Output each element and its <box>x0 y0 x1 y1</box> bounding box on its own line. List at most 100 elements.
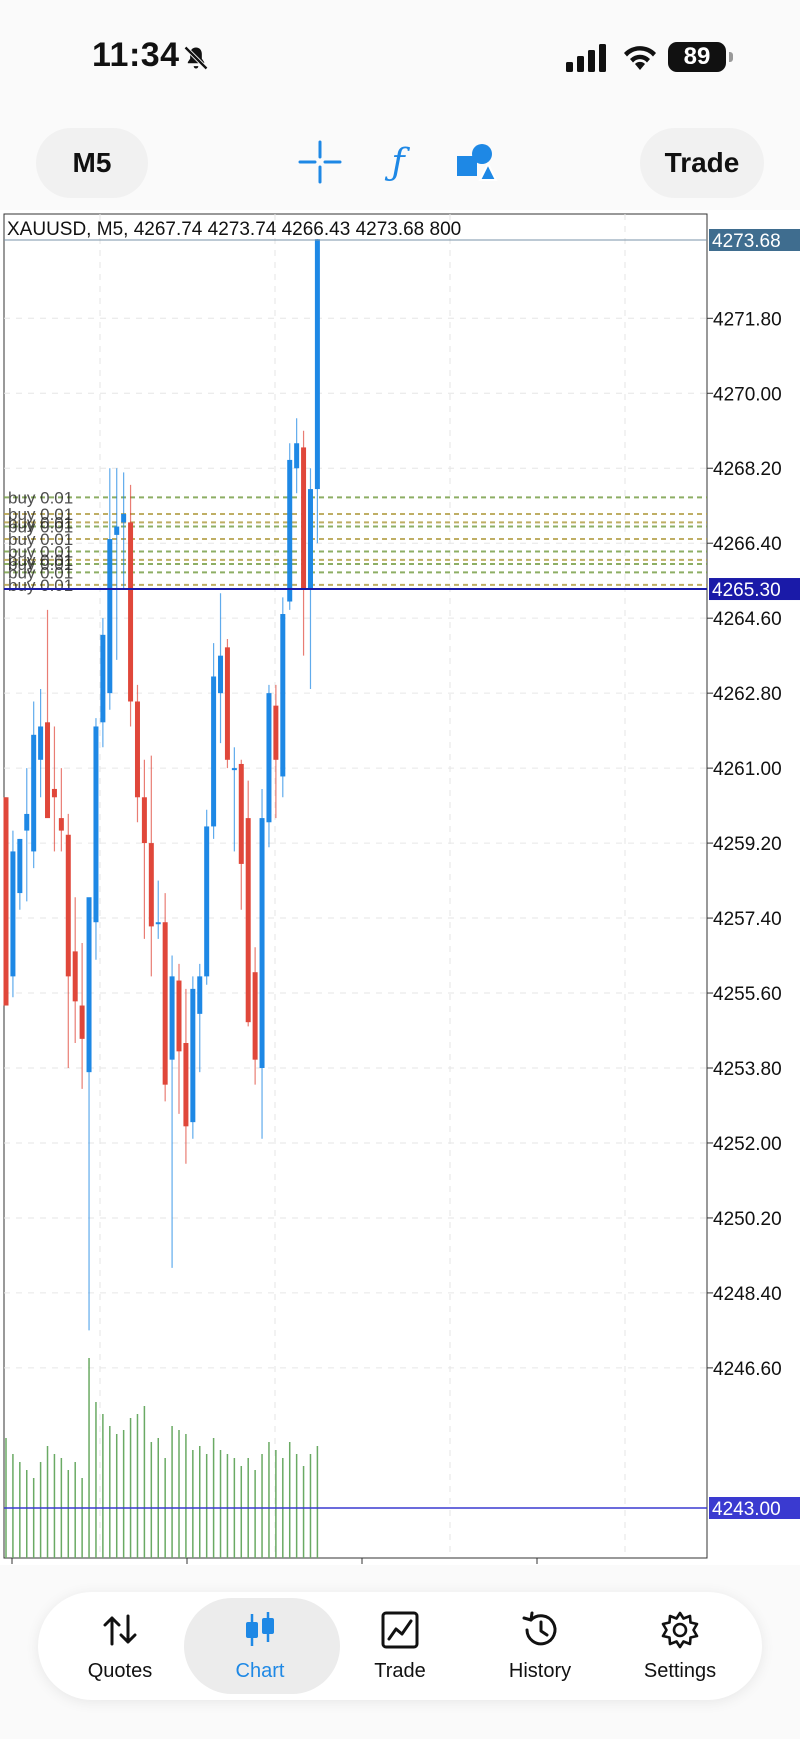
trade-icon <box>381 1611 419 1649</box>
plot-area <box>3 213 708 1559</box>
candle-body[interactable] <box>204 826 210 977</box>
candle-body[interactable] <box>273 705 279 760</box>
candle-body[interactable] <box>128 522 134 702</box>
candle-body[interactable] <box>38 726 44 760</box>
candle-body[interactable] <box>121 514 127 523</box>
price-chart[interactable]: 4271.80 4270.00 4268.20 4266.40 4264.60 4262.… <box>0 210 800 1565</box>
y-tick-label: 4255.60 <box>713 984 782 1005</box>
y-tick-label: 4259.20 <box>713 834 782 855</box>
status-time: 11:34 <box>92 36 180 74</box>
y-tick-label: 4270.00 <box>713 384 782 405</box>
candle-body[interactable] <box>93 726 99 923</box>
candle-body[interactable] <box>72 951 78 1002</box>
candle-body[interactable] <box>218 655 224 694</box>
candle-body[interactable] <box>141 797 147 844</box>
bid-price-label: 4265.30 <box>712 580 781 601</box>
candle-body[interactable] <box>162 922 168 1085</box>
indicators-function-icon[interactable]: ƒ <box>376 140 420 184</box>
candle-body[interactable] <box>134 701 140 798</box>
y-tick-label: 4248.40 <box>713 1284 782 1305</box>
candle-body[interactable] <box>107 539 113 694</box>
y-tick-label: 4246.60 <box>713 1359 782 1380</box>
chart-title: XAUUSD, M5, 4267.74 4273.74 4266.43 4273… <box>7 219 462 240</box>
status-bar: 11:34 89 <box>0 0 800 110</box>
candle-body[interactable] <box>197 976 203 1014</box>
trade-button[interactable]: Trade <box>640 128 764 198</box>
candle-body[interactable] <box>24 813 30 831</box>
y-tick-label: 4271.80 <box>713 309 782 330</box>
candle-body[interactable] <box>314 239 320 490</box>
y-tick-label: 4266.40 <box>713 534 782 555</box>
candle-body[interactable] <box>252 972 258 1060</box>
timeframe-button[interactable]: M5 <box>36 128 148 198</box>
chart-icon <box>246 1612 274 1646</box>
candle-body[interactable] <box>266 693 272 823</box>
y-tick-label: 4262.80 <box>713 684 782 705</box>
candle-body[interactable] <box>176 980 182 1052</box>
candle-body[interactable] <box>238 763 244 864</box>
candle-body[interactable] <box>100 634 106 723</box>
candle-body[interactable] <box>280 614 286 777</box>
candle-body[interactable] <box>259 818 265 1069</box>
cellular-signal-icon <box>566 44 606 72</box>
order-label: buy 0.01 <box>8 513 73 532</box>
candle-body[interactable] <box>245 818 251 1023</box>
candle-body[interactable] <box>301 447 307 590</box>
candle-body[interactable] <box>45 722 51 819</box>
nav-item-settings[interactable]: Settings <box>608 1592 752 1700</box>
current-price-label: 4273.68 <box>712 231 781 252</box>
volume-reference-label: 4243.00 <box>712 1499 781 1520</box>
candle-body[interactable] <box>58 818 64 831</box>
quotes-icon <box>103 1614 137 1646</box>
nav-item-history[interactable]: History <box>468 1592 612 1700</box>
nav-label-chart: Chart <box>235 1660 285 1682</box>
battery-tip <box>729 52 733 62</box>
candle-body[interactable] <box>114 526 120 535</box>
candle-body[interactable] <box>155 922 161 925</box>
nav-label-trade: Trade <box>374 1660 426 1682</box>
settings-icon <box>661 1611 699 1649</box>
order-label: buy 0.01 <box>8 576 73 595</box>
candle-body[interactable] <box>10 851 16 977</box>
candle-body[interactable] <box>51 788 57 798</box>
wifi-icon <box>624 46 656 70</box>
candle-body[interactable] <box>183 1043 189 1127</box>
crosshair-icon[interactable] <box>298 140 342 184</box>
y-tick-label: 4253.80 <box>713 1059 782 1080</box>
bottom-navigation: Quotes Chart Trade History Settings <box>38 1592 762 1700</box>
objects-shapes-icon[interactable] <box>454 140 498 184</box>
candle-body[interactable] <box>169 976 175 1060</box>
candle-body[interactable] <box>31 734 37 852</box>
order-label: buy 0.01 <box>8 555 73 574</box>
candle-body[interactable] <box>3 797 9 1006</box>
candle-body[interactable] <box>148 843 154 927</box>
y-tick-label: 4261.00 <box>713 759 782 780</box>
candle-body[interactable] <box>86 897 92 1073</box>
y-tick-label: 4257.40 <box>713 909 782 930</box>
nav-item-trade[interactable]: Trade <box>328 1592 472 1700</box>
chart-toolbar: M5 ƒ Trade <box>0 110 800 210</box>
candle-body[interactable] <box>287 459 293 602</box>
candle-body[interactable] <box>231 768 237 771</box>
candle-body[interactable] <box>307 489 313 590</box>
nav-label-history: History <box>508 1660 572 1682</box>
nav-item-chart[interactable]: Chart <box>184 1592 340 1700</box>
nav-item-quotes[interactable]: Quotes <box>48 1592 192 1700</box>
nav-label-settings: Settings <box>643 1660 717 1682</box>
y-tick-label: 4252.00 <box>713 1134 782 1155</box>
candle-body[interactable] <box>294 443 300 469</box>
nav-label-quotes: Quotes <box>87 1660 153 1682</box>
candle-body[interactable] <box>211 676 217 827</box>
history-icon <box>522 1611 557 1646</box>
chart-canvas[interactable]: 4271.80 4270.00 4268.20 4266.40 4264.60 4262.… <box>0 210 800 1565</box>
bell-muted-icon <box>184 46 208 70</box>
battery-indicator: 89 <box>668 42 726 72</box>
svg-text:ƒ: ƒ <box>384 142 410 183</box>
y-tick-label: 4250.20 <box>713 1209 782 1230</box>
candle-body[interactable] <box>65 834 71 977</box>
candle-body[interactable] <box>224 647 230 760</box>
candle-body[interactable] <box>190 988 196 1123</box>
candle-body[interactable] <box>79 1005 85 1039</box>
y-tick-label: 4268.20 <box>713 459 782 480</box>
candle-body[interactable] <box>17 838 23 894</box>
